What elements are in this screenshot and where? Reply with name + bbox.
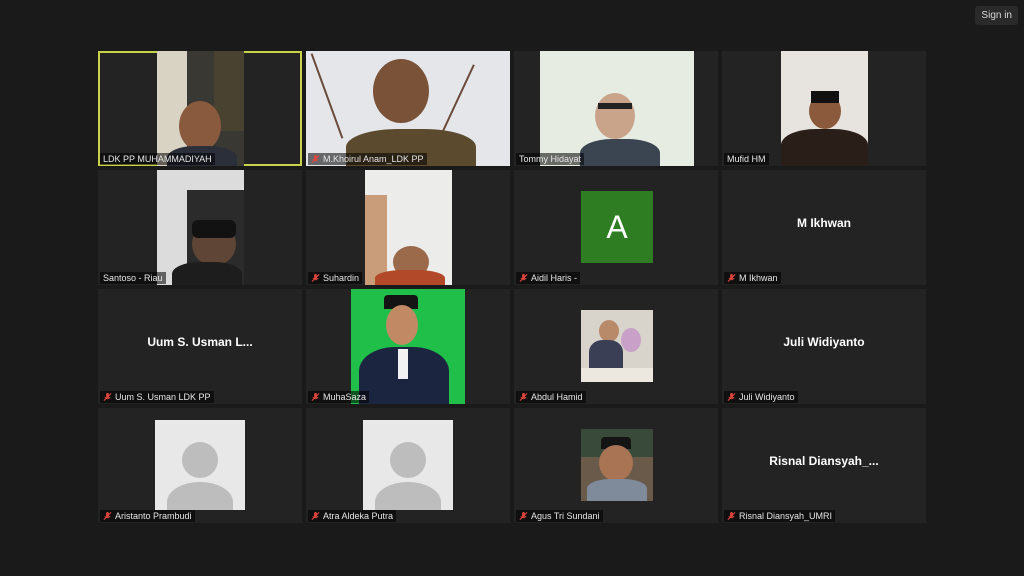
mic-muted-icon bbox=[103, 392, 112, 401]
mic-muted-icon bbox=[311, 273, 320, 282]
participant-tile[interactable]: Santoso - Riau bbox=[98, 170, 302, 285]
participant-name-label: Santoso - Riau bbox=[100, 272, 166, 284]
participant-tile[interactable]: Juli Widiyanto Juli Widiyanto bbox=[722, 289, 926, 404]
mic-muted-icon bbox=[311, 392, 320, 401]
participant-tile[interactable]: Suhardin bbox=[306, 170, 510, 285]
participant-name-label: Atra Aldeka Putra bbox=[308, 510, 397, 522]
participant-tile[interactable]: Atra Aldeka Putra bbox=[306, 408, 510, 523]
participant-video bbox=[540, 51, 694, 166]
participant-display-name: M Ikhwan bbox=[796, 216, 851, 230]
participant-name-label: Suhardin bbox=[308, 272, 363, 284]
mic-muted-icon bbox=[519, 511, 528, 520]
participant-name-label: M Ikhwan bbox=[724, 272, 781, 284]
participant-display-name: Risnal Diansyah_... bbox=[769, 454, 879, 468]
mic-muted-icon bbox=[311, 511, 320, 520]
participant-name-label: Uum S. Usman LDK PP bbox=[100, 391, 214, 403]
participant-tile[interactable]: MuhaSaza bbox=[306, 289, 510, 404]
mic-muted-icon bbox=[519, 273, 528, 282]
participant-name-label: M.Khoirul Anam_LDK PP bbox=[308, 153, 427, 165]
participant-name-label: Abdul Hamid bbox=[516, 391, 586, 403]
participant-video bbox=[157, 51, 244, 166]
participant-tile[interactable]: Abdul Hamid bbox=[514, 289, 718, 404]
participant-name-label: Aristanto Prambudi bbox=[100, 510, 195, 522]
participant-video bbox=[157, 170, 244, 285]
participant-name-label: Mufid HM bbox=[724, 153, 769, 165]
sign-in-button[interactable]: Sign in bbox=[975, 6, 1018, 25]
participant-display-name: Juli Widiyanto bbox=[783, 335, 865, 349]
participant-name-label: Agus Tri Sundani bbox=[516, 510, 603, 522]
participant-avatar: A bbox=[581, 191, 653, 263]
participant-name-label: MuhaSaza bbox=[308, 391, 370, 403]
mic-muted-icon bbox=[519, 392, 528, 401]
video-gallery: LDK PP MUHAMMADIYAH M.Khoirul Anam_LDK P… bbox=[98, 51, 926, 523]
participant-video bbox=[781, 51, 868, 166]
mic-muted-icon bbox=[727, 392, 736, 401]
default-avatar-icon bbox=[155, 420, 245, 510]
default-avatar-icon bbox=[363, 420, 453, 510]
mic-muted-icon bbox=[311, 154, 320, 163]
participant-name-label: Aidil Haris - bbox=[516, 272, 581, 284]
participant-tile[interactable]: Mufid HM bbox=[722, 51, 926, 166]
participant-tile[interactable]: A Aidil Haris - bbox=[514, 170, 718, 285]
participant-tile[interactable]: Uum S. Usman L... Uum S. Usman LDK PP bbox=[98, 289, 302, 404]
participant-photo bbox=[581, 310, 653, 382]
participant-tile[interactable]: Risnal Diansyah_... Risnal Diansyah_UMRI bbox=[722, 408, 926, 523]
participant-photo bbox=[581, 429, 653, 501]
participant-name-label: Tommy Hidayat bbox=[516, 153, 585, 165]
mic-muted-icon bbox=[103, 511, 112, 520]
participant-video bbox=[306, 51, 510, 166]
participant-tile[interactable]: Tommy Hidayat bbox=[514, 51, 718, 166]
mic-muted-icon bbox=[727, 273, 736, 282]
participant-display-name: Uum S. Usman L... bbox=[147, 335, 253, 349]
participant-video bbox=[351, 289, 465, 404]
participant-tile[interactable]: Aristanto Prambudi bbox=[98, 408, 302, 523]
participant-name-label: Risnal Diansyah_UMRI bbox=[724, 510, 836, 522]
participant-tile[interactable]: M Ikhwan M Ikhwan bbox=[722, 170, 926, 285]
participant-video bbox=[365, 170, 452, 285]
participant-name-label: LDK PP MUHAMMADIYAH bbox=[100, 153, 215, 165]
participant-tile[interactable]: Agus Tri Sundani bbox=[514, 408, 718, 523]
participant-tile[interactable]: LDK PP MUHAMMADIYAH bbox=[98, 51, 302, 166]
participant-name-label: Juli Widiyanto bbox=[724, 391, 798, 403]
participant-tile[interactable]: M.Khoirul Anam_LDK PP bbox=[306, 51, 510, 166]
mic-muted-icon bbox=[727, 511, 736, 520]
